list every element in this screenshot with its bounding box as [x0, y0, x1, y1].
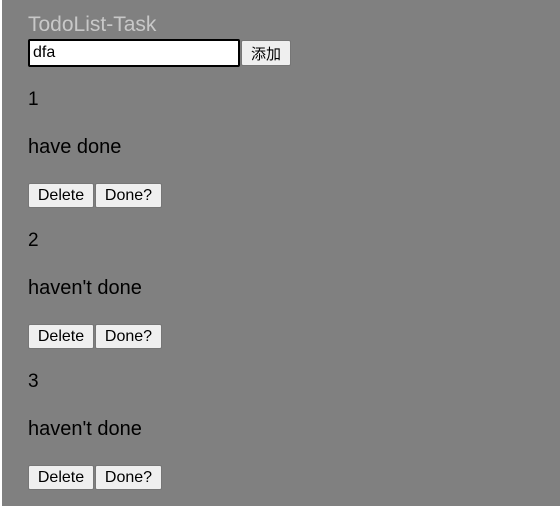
add-button[interactable]: 添加 — [241, 40, 291, 66]
task-actions: Delete Done? — [28, 465, 162, 490]
done-button[interactable]: Done? — [95, 465, 162, 490]
task-item: 2 — [28, 229, 39, 253]
app-title: TodoList-Task — [28, 13, 157, 36]
task-id: 3 — [28, 371, 39, 392]
done-button[interactable]: Done? — [95, 183, 162, 208]
task-actions: Delete Done? — [28, 324, 162, 349]
task-input[interactable] — [28, 39, 240, 67]
task-item: 1 — [28, 88, 39, 112]
task-id: 2 — [28, 230, 39, 251]
task-status: haven't done — [28, 277, 142, 299]
task-actions: Delete Done? — [28, 183, 162, 208]
delete-button[interactable]: Delete — [28, 465, 94, 490]
done-button[interactable]: Done? — [95, 324, 162, 349]
add-task-form: 添加 — [28, 39, 560, 67]
task-status-container: have done — [28, 134, 121, 160]
delete-button[interactable]: Delete — [28, 324, 94, 349]
task-status: have done — [28, 136, 122, 158]
task-status: haven't done — [28, 418, 142, 440]
task-status-container: haven't done — [28, 416, 142, 442]
task-item: 3 — [28, 370, 39, 394]
task-id: 1 — [28, 89, 39, 110]
todo-app: TodoList-Task 添加 1 have done Delete Done… — [2, 0, 560, 506]
task-status-container: haven't done — [28, 275, 142, 301]
delete-button[interactable]: Delete — [28, 183, 94, 208]
